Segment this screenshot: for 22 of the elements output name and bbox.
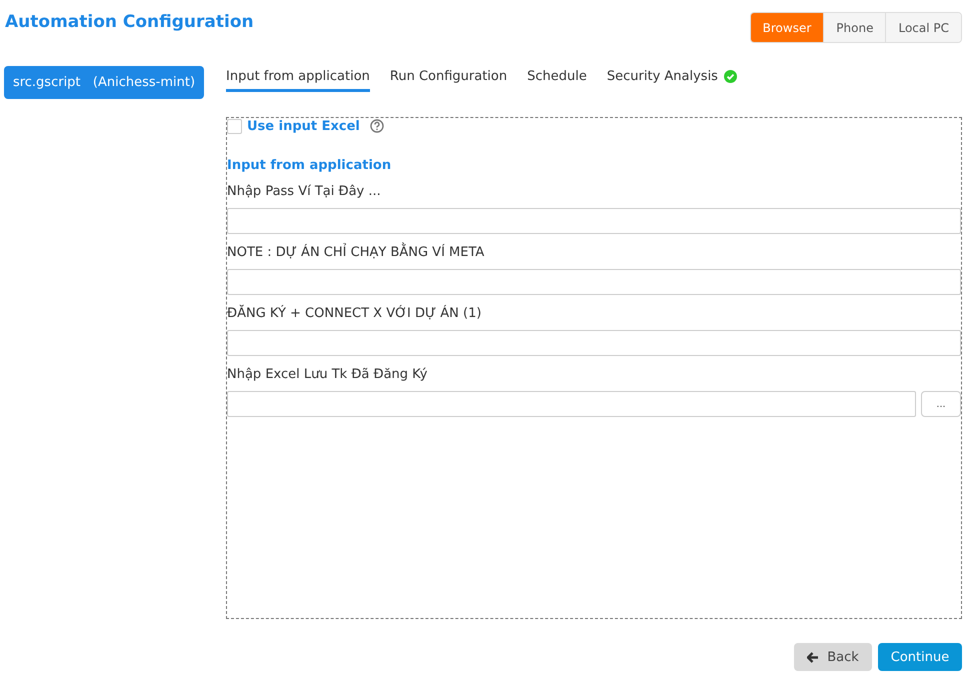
checkbox[interactable] [227,118,242,134]
tab[interactable]: Run Configuration [390,69,508,92]
tab[interactable]: Security Analysis [606,69,737,92]
input-field[interactable] [227,208,961,234]
input-field[interactable] [227,330,961,356]
field-label: Nhập Excel Lưu Tk Đã Đăng Ký [227,367,428,384]
platform-option[interactable]: Local PC [885,13,961,42]
checkbox-label: Use input Excel [247,118,360,134]
arrow-left-icon [807,652,820,662]
field-label: ĐĂNG KÝ + CONNECT X VỚI DỰ ÁN (1) [227,306,482,323]
section-title: Input from application [227,158,392,173]
platform-option[interactable]: Phone [823,13,886,42]
tab[interactable]: Schedule [527,69,587,92]
script-button[interactable]: src.gscript (Anichess-mint) [4,66,204,99]
back-button[interactable]: Back [794,643,872,671]
check-circle-icon [724,70,737,83]
browse-button[interactable]: ... [921,391,961,417]
page-title: Automation Configuration [5,12,254,32]
input-field[interactable] [227,269,961,295]
input-field[interactable] [227,391,916,417]
tab[interactable]: Input from application [226,69,370,92]
field-label: Nhập Pass Ví Tại Đây ... [227,184,382,201]
